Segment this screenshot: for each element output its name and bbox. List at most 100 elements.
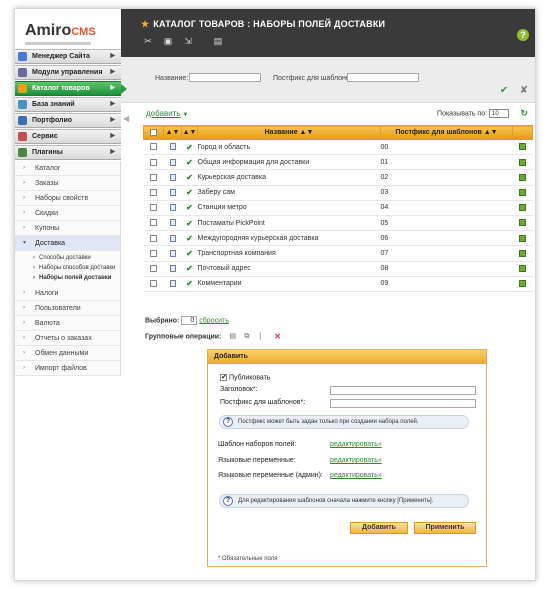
filter-name-input[interactable]: [189, 73, 261, 82]
document-icon[interactable]: [169, 188, 176, 196]
select-all-checkbox[interactable]: [143, 125, 164, 140]
sort-active-icon[interactable]: ▲▼: [181, 125, 198, 140]
menu-service[interactable]: Сервис ▶: [15, 129, 121, 144]
column-name[interactable]: Название ▲▼: [197, 125, 381, 140]
collapse-sidebar-icon[interactable]: ◀: [123, 114, 129, 123]
document-icon[interactable]: [169, 264, 176, 272]
row-checkbox[interactable]: [150, 188, 157, 196]
document-icon[interactable]: ▤: [229, 333, 236, 340]
active-check-icon[interactable]: ✔: [186, 219, 193, 228]
menu-portfolio[interactable]: Портфолио ▶: [15, 113, 121, 128]
menu-knowledge-base[interactable]: База знаний ▶: [15, 97, 121, 112]
sub-item-orders[interactable]: › Заказы: [15, 176, 120, 191]
checkbox[interactable]: [150, 128, 157, 136]
row-checkbox[interactable]: [150, 264, 157, 272]
table-row[interactable]: ✔ Комментарии 09: [143, 276, 533, 292]
active-check-icon[interactable]: ✔: [186, 249, 193, 258]
heading-input[interactable]: [330, 386, 476, 395]
row-checkbox[interactable]: [150, 234, 157, 242]
apply-filter-icon[interactable]: ✔: [497, 85, 511, 97]
document-icon[interactable]: [169, 143, 176, 151]
edit-icon[interactable]: [519, 249, 526, 257]
sub-item-delivery[interactable]: ▾ Доставка: [15, 236, 120, 251]
edit-lang-vars-link[interactable]: редактировать»: [330, 457, 382, 464]
active-check-icon[interactable]: ✔: [186, 279, 193, 288]
menu-plugins[interactable]: Плагины ▶: [15, 145, 121, 160]
active-check-icon[interactable]: ✔: [186, 203, 193, 212]
active-check-icon[interactable]: ✔: [186, 143, 193, 152]
table-row[interactable]: ✔ Общая информация для доставки 01: [143, 154, 533, 171]
sub-item-order-reports[interactable]: › Отчеты о заказах: [15, 331, 120, 346]
edit-icon[interactable]: [519, 188, 526, 196]
refresh-icon[interactable]: ↻: [520, 108, 528, 119]
table-row[interactable]: ✔ Заберу сам 03: [143, 185, 533, 201]
document-icon[interactable]: [169, 249, 176, 257]
edit-icon[interactable]: [519, 264, 526, 272]
sub-item-data-exchange[interactable]: › Обмен данными: [15, 346, 120, 361]
row-checkbox[interactable]: [150, 219, 157, 227]
column-postfix[interactable]: Постфикс для шаблонов ▲▼: [380, 125, 513, 140]
table-row[interactable]: ✔ Город и область 00: [143, 139, 533, 156]
document-icon[interactable]: [169, 173, 176, 181]
row-checkbox[interactable]: [150, 280, 157, 288]
copy-icon[interactable]: ⧉: [244, 333, 251, 340]
publish-checkbox[interactable]: ✔: [220, 374, 227, 381]
apply-button[interactable]: Применить: [414, 522, 476, 534]
help-icon[interactable]: ?: [517, 29, 529, 41]
menu-catalog[interactable]: Каталог товаров ▶: [15, 81, 127, 96]
clear-filter-icon[interactable]: ✘: [517, 85, 531, 97]
postfix-input[interactable]: [330, 399, 476, 408]
table-row[interactable]: ✔ Междугородняя курьерская доставка 06: [143, 230, 533, 247]
menu-modules[interactable]: Модули управления ▶: [15, 65, 121, 80]
table-row[interactable]: ✔ Почтовый адрес 08: [143, 261, 533, 277]
active-check-icon[interactable]: ✔: [186, 158, 193, 167]
page-size-select[interactable]: 10: [489, 109, 509, 118]
edit-template-link[interactable]: редактировать»: [330, 441, 382, 448]
document-icon[interactable]: [169, 219, 176, 227]
edit-icon[interactable]: [519, 219, 526, 227]
table-row[interactable]: ✔ Курьерская доставка 02: [143, 169, 533, 186]
delete-icon[interactable]: ✕: [274, 333, 281, 341]
filter-postfix-input[interactable]: [347, 73, 419, 82]
delivery-method-sets-link[interactable]: › Наборы способов доставки: [15, 263, 120, 273]
edit-icon[interactable]: [519, 280, 526, 288]
document-icon[interactable]: [169, 234, 176, 242]
row-checkbox[interactable]: [150, 249, 157, 257]
document-icon[interactable]: [169, 280, 176, 288]
document-icon[interactable]: [169, 158, 176, 166]
monitor-icon[interactable]: ▤: [213, 36, 223, 46]
sub-item-property-sets[interactable]: › Наборы свойств: [15, 191, 120, 206]
edit-icon[interactable]: [519, 143, 526, 151]
sub-item-file-import[interactable]: › Импорт файлов: [15, 361, 120, 376]
active-check-icon[interactable]: ✔: [186, 234, 193, 243]
save-icon[interactable]: ▣: [163, 36, 173, 46]
table-row[interactable]: ✔ Постаматы PickPoint 05: [143, 215, 533, 232]
edit-icon[interactable]: [519, 234, 526, 242]
sub-item-currency[interactable]: › Валюта: [15, 316, 120, 331]
export-icon[interactable]: ⇲: [183, 36, 193, 46]
active-check-icon[interactable]: ✔: [186, 264, 193, 273]
add-submit-button[interactable]: Добавить: [350, 522, 408, 534]
edit-icon[interactable]: [519, 204, 526, 212]
edit-icon[interactable]: [519, 158, 526, 166]
tools-icon[interactable]: ✂: [143, 36, 153, 46]
edit-admin-lang-vars-link[interactable]: редактировать»: [330, 472, 382, 479]
document-icon[interactable]: [169, 204, 176, 212]
row-checkbox[interactable]: [150, 158, 157, 166]
edit-icon[interactable]: [519, 173, 526, 181]
active-check-icon[interactable]: ✔: [186, 173, 193, 182]
row-checkbox[interactable]: [150, 204, 157, 212]
add-button[interactable]: добавить ▼: [146, 109, 188, 118]
sub-item-users[interactable]: › Пользователи: [15, 301, 120, 316]
row-checkbox[interactable]: [150, 143, 157, 151]
table-row[interactable]: ✔ Транспортная компания 07: [143, 245, 533, 262]
sub-item-discounts[interactable]: › Скидки: [15, 206, 120, 221]
table-row[interactable]: ✔ Станции метро 04: [143, 200, 533, 216]
reset-selection-link[interactable]: сбросить: [199, 317, 229, 324]
menu-site-manager[interactable]: Менеджер Сайта ▶: [15, 49, 121, 64]
row-checkbox[interactable]: [150, 173, 157, 181]
sub-item-catalog[interactable]: › Каталог: [15, 161, 120, 176]
delivery-field-sets-link[interactable]: › Наборы полей доставки: [15, 273, 120, 283]
active-check-icon[interactable]: ✔: [186, 188, 193, 197]
sort-icon[interactable]: ▲▼: [163, 125, 182, 140]
